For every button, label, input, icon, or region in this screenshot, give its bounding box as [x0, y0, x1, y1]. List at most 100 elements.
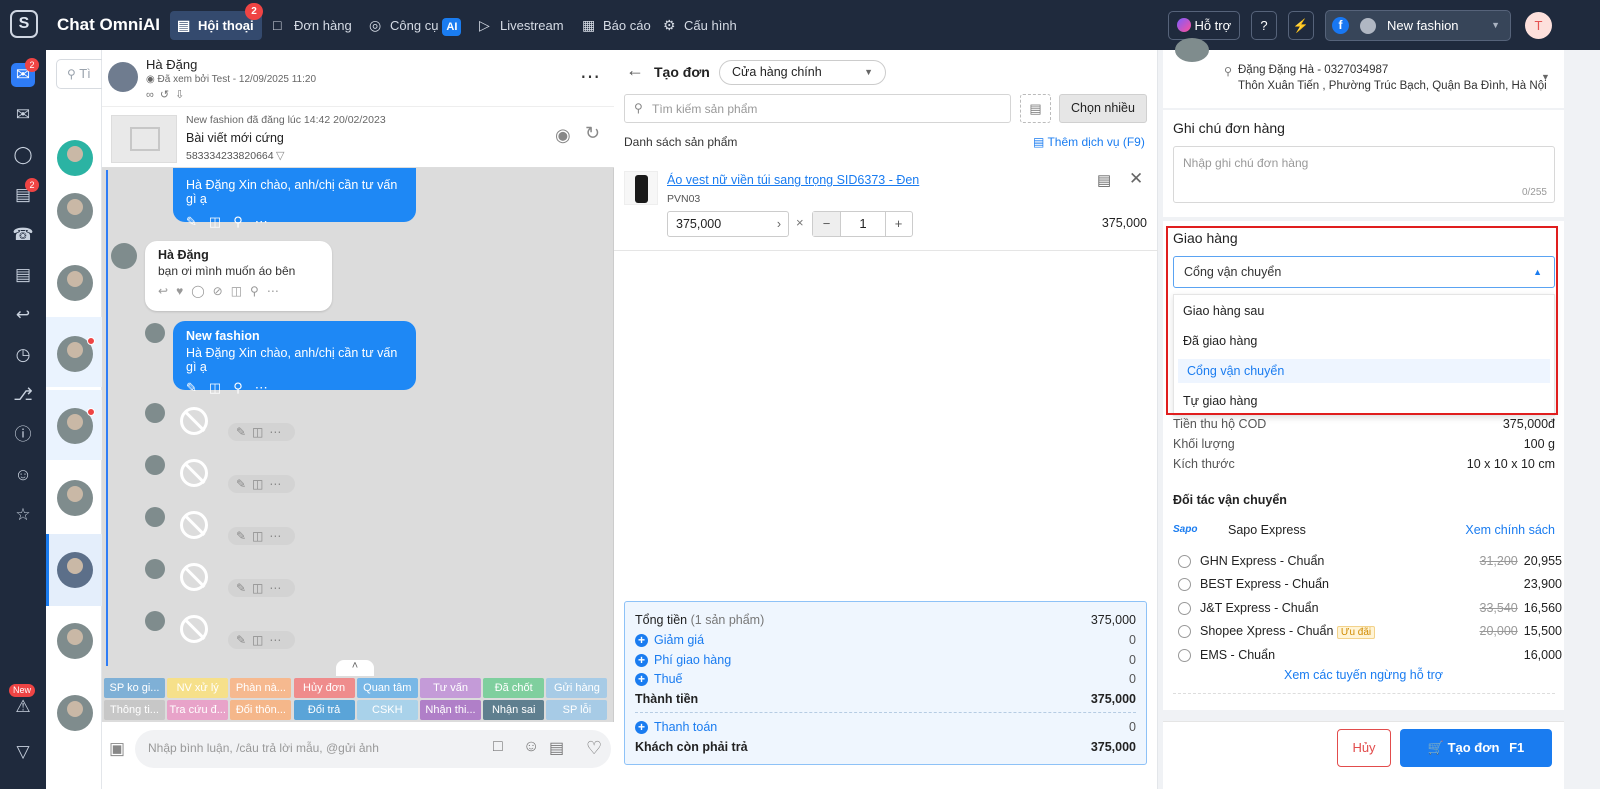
note-icon[interactable]: ▤ [1097, 171, 1111, 189]
order-note-input[interactable]: Nhập ghi chú đơn hàng 0/255 [1173, 146, 1555, 203]
delivery-option[interactable]: Giao hàng sau [1174, 299, 1550, 323]
help-button[interactable]: ? [1251, 11, 1277, 40]
delivery-method-select[interactable]: Cổng vận chuyển ▲ [1173, 256, 1555, 288]
close-icon[interactable]: ✕ [1129, 169, 1143, 189]
conversation-avatar[interactable] [57, 193, 93, 229]
link-icon[interactable]: ∞ [146, 89, 160, 101]
cancel-button[interactable]: Hủy [1337, 729, 1391, 767]
shipping-fee-row[interactable]: + Phí giao hàng 0 [635, 653, 1136, 667]
quick-tag[interactable]: Đổi trả [293, 700, 355, 720]
quick-tag[interactable]: CSKH [356, 700, 418, 720]
price-input[interactable]: 375,000 › [667, 211, 789, 237]
carrier-option[interactable]: EMS - Chuẩn 16,000 [1178, 648, 1562, 663]
filter-icon[interactable]: ▽ [11, 740, 35, 764]
user-icon[interactable]: ☺ [11, 463, 35, 487]
quick-tag[interactable]: SP ko gi... [104, 678, 165, 698]
radio-button[interactable] [1178, 602, 1191, 616]
radio-button[interactable] [1178, 555, 1191, 569]
hide-icon[interactable]: ⊘ [213, 284, 231, 298]
add-product-icon[interactable]: ▤ [1020, 94, 1051, 123]
radio-button[interactable] [1178, 625, 1191, 639]
carrier-option[interactable]: BEST Express - Chuẩn 23,900 [1178, 577, 1562, 592]
conversation-avatar[interactable] [57, 552, 93, 588]
message-actions[interactable]: ✎◫⋯ [228, 423, 296, 441]
alert-icon[interactable]: ⓘ [11, 423, 35, 447]
carrier-option[interactable]: J&T Express - Chuẩn 33,540 16,560 [1178, 601, 1562, 616]
discount-row[interactable]: + Giảm giá 0 [635, 633, 1136, 647]
unsupported-routes-link[interactable]: Xem các tuyến ngừng hỗ trợ [1163, 668, 1564, 682]
add-service-link[interactable]: ▤ Thêm dịch vụ (F9) [1033, 135, 1145, 149]
eye-icon[interactable]: ◉ [555, 125, 571, 146]
policy-link[interactable]: Xem chính sách [1465, 523, 1555, 537]
message-bubble[interactable]: Hà Đặng bạn ơi mình muốn áo bên ↩♥◯⊘◫⚲⋯ [145, 241, 332, 311]
product-name-link[interactable]: Áo vest nữ viền túi sang trọng SID6373 -… [667, 173, 919, 187]
download-icon[interactable]: ⇩ [175, 89, 190, 101]
quick-tag[interactable]: Gửi hàng [546, 678, 608, 698]
pin-icon[interactable]: ⚲ [233, 214, 255, 229]
image-icon[interactable]: ▣ [109, 739, 125, 759]
quick-tag[interactable]: Đã chốt [483, 678, 545, 698]
pin-icon[interactable]: ⚲ [233, 380, 255, 395]
conversation-avatar[interactable] [57, 623, 93, 659]
nav-settings[interactable]: ⚙ Cấu hình [656, 11, 745, 40]
trash-icon[interactable]: ◫ [209, 380, 233, 395]
delivery-option-selected[interactable]: Cổng vận chuyển [1178, 359, 1550, 383]
form-icon[interactable]: ▤ [11, 263, 35, 287]
quick-tag[interactable]: Phàn nà... [230, 678, 292, 698]
quick-tag[interactable]: Tra cứu đ... [167, 700, 229, 720]
emoji-icon[interactable]: ☺ [523, 738, 539, 756]
trash-icon[interactable]: ◫ [209, 214, 233, 229]
more-icon[interactable]: ⋯ [255, 214, 280, 229]
mail-icon[interactable]: ✉ [11, 103, 35, 127]
delivery-option[interactable]: Đã giao hàng [1174, 329, 1550, 353]
conversation-avatar[interactable] [57, 695, 93, 731]
conversation-avatar[interactable] [57, 480, 93, 516]
message-actions[interactable]: ✎◫⋯ [228, 527, 296, 545]
message-actions[interactable]: ✎◫⋯ [228, 631, 296, 649]
star-icon[interactable]: ☆ [11, 503, 35, 527]
back-arrow-icon[interactable]: ← [626, 60, 644, 81]
edit-icon[interactable]: ✎ [186, 214, 209, 229]
nav-orders[interactable]: □ Đơn hàng [266, 11, 360, 40]
phone-icon[interactable]: ☎ [11, 223, 35, 247]
reply-icon[interactable]: ↩ [11, 303, 35, 327]
refresh-icon[interactable]: ↻ [585, 123, 600, 144]
quick-tag[interactable]: SP lỗi [546, 700, 608, 720]
comment-input[interactable]: Nhập bình luận, /câu trả lời mẫu, @gửi ả… [135, 730, 611, 768]
message-bubble[interactable]: New fashion Hà Đặng Xin chào, anh/chị cầ… [173, 321, 416, 395]
carrier-option[interactable]: Shopee Xpress - Chuẩn Ưu đãi 20,000 15,500 [1178, 624, 1562, 639]
payment-row[interactable]: + Thanh toán 0 [635, 720, 1136, 734]
product-search-input[interactable]: ⚲ Tìm kiếm sản phẩm [624, 94, 1011, 123]
support-button[interactable]: Hỗ trợ [1168, 11, 1240, 40]
bot-avatar[interactable] [57, 140, 93, 176]
like-icon[interactable]: ♥ [176, 284, 191, 298]
user-avatar[interactable]: T [1525, 12, 1552, 39]
chart-icon[interactable]: ▤ [549, 738, 564, 758]
tax-row[interactable]: + Thuế 0 [635, 672, 1136, 686]
flash-button[interactable]: ⚡ [1288, 11, 1314, 40]
quantity-value[interactable]: 1 [840, 212, 886, 236]
heart-icon[interactable]: ♡ [586, 738, 602, 759]
chevron-down-icon[interactable]: ▼ [1541, 72, 1550, 82]
customer-name[interactable]: Hà Đặng [146, 57, 197, 72]
quick-tag[interactable]: Đổi thôn... [230, 700, 292, 720]
message-bubble[interactable]: Hà Đặng Xin chào, anh/chị cần tư vấn gì … [173, 168, 416, 229]
customer-avatar[interactable] [108, 62, 138, 92]
history-icon[interactable]: ↺ [160, 89, 175, 101]
pin-icon[interactable]: ⚲ [250, 284, 267, 298]
more-icon[interactable]: ⋯ [580, 64, 601, 89]
conversation-search[interactable]: ⚲ Tì [56, 59, 106, 89]
filter-icon[interactable]: ▽ [276, 149, 284, 162]
quantity-stepper[interactable]: − 1 + [812, 211, 913, 237]
create-order-button[interactable]: 🛒 Tạo đơn F1 [1400, 729, 1552, 767]
warning-icon[interactable]: ⚠ [11, 695, 35, 719]
quick-tag[interactable]: Tư vấn [420, 678, 481, 698]
quick-tag[interactable]: Nhận sai [483, 700, 545, 720]
plus-icon[interactable]: + [885, 212, 912, 236]
trash-icon[interactable]: ◫ [231, 284, 250, 298]
messenger-icon[interactable]: ◯ [191, 284, 212, 298]
delivery-option[interactable]: Tự giao hàng [1174, 389, 1550, 413]
message-actions[interactable]: ✎◫⋯ [228, 579, 296, 597]
nav-reports[interactable]: ▦ Báo cáo [575, 11, 659, 40]
carrier-option[interactable]: GHN Express - Chuẩn 31,200 20,955 [1178, 554, 1562, 569]
